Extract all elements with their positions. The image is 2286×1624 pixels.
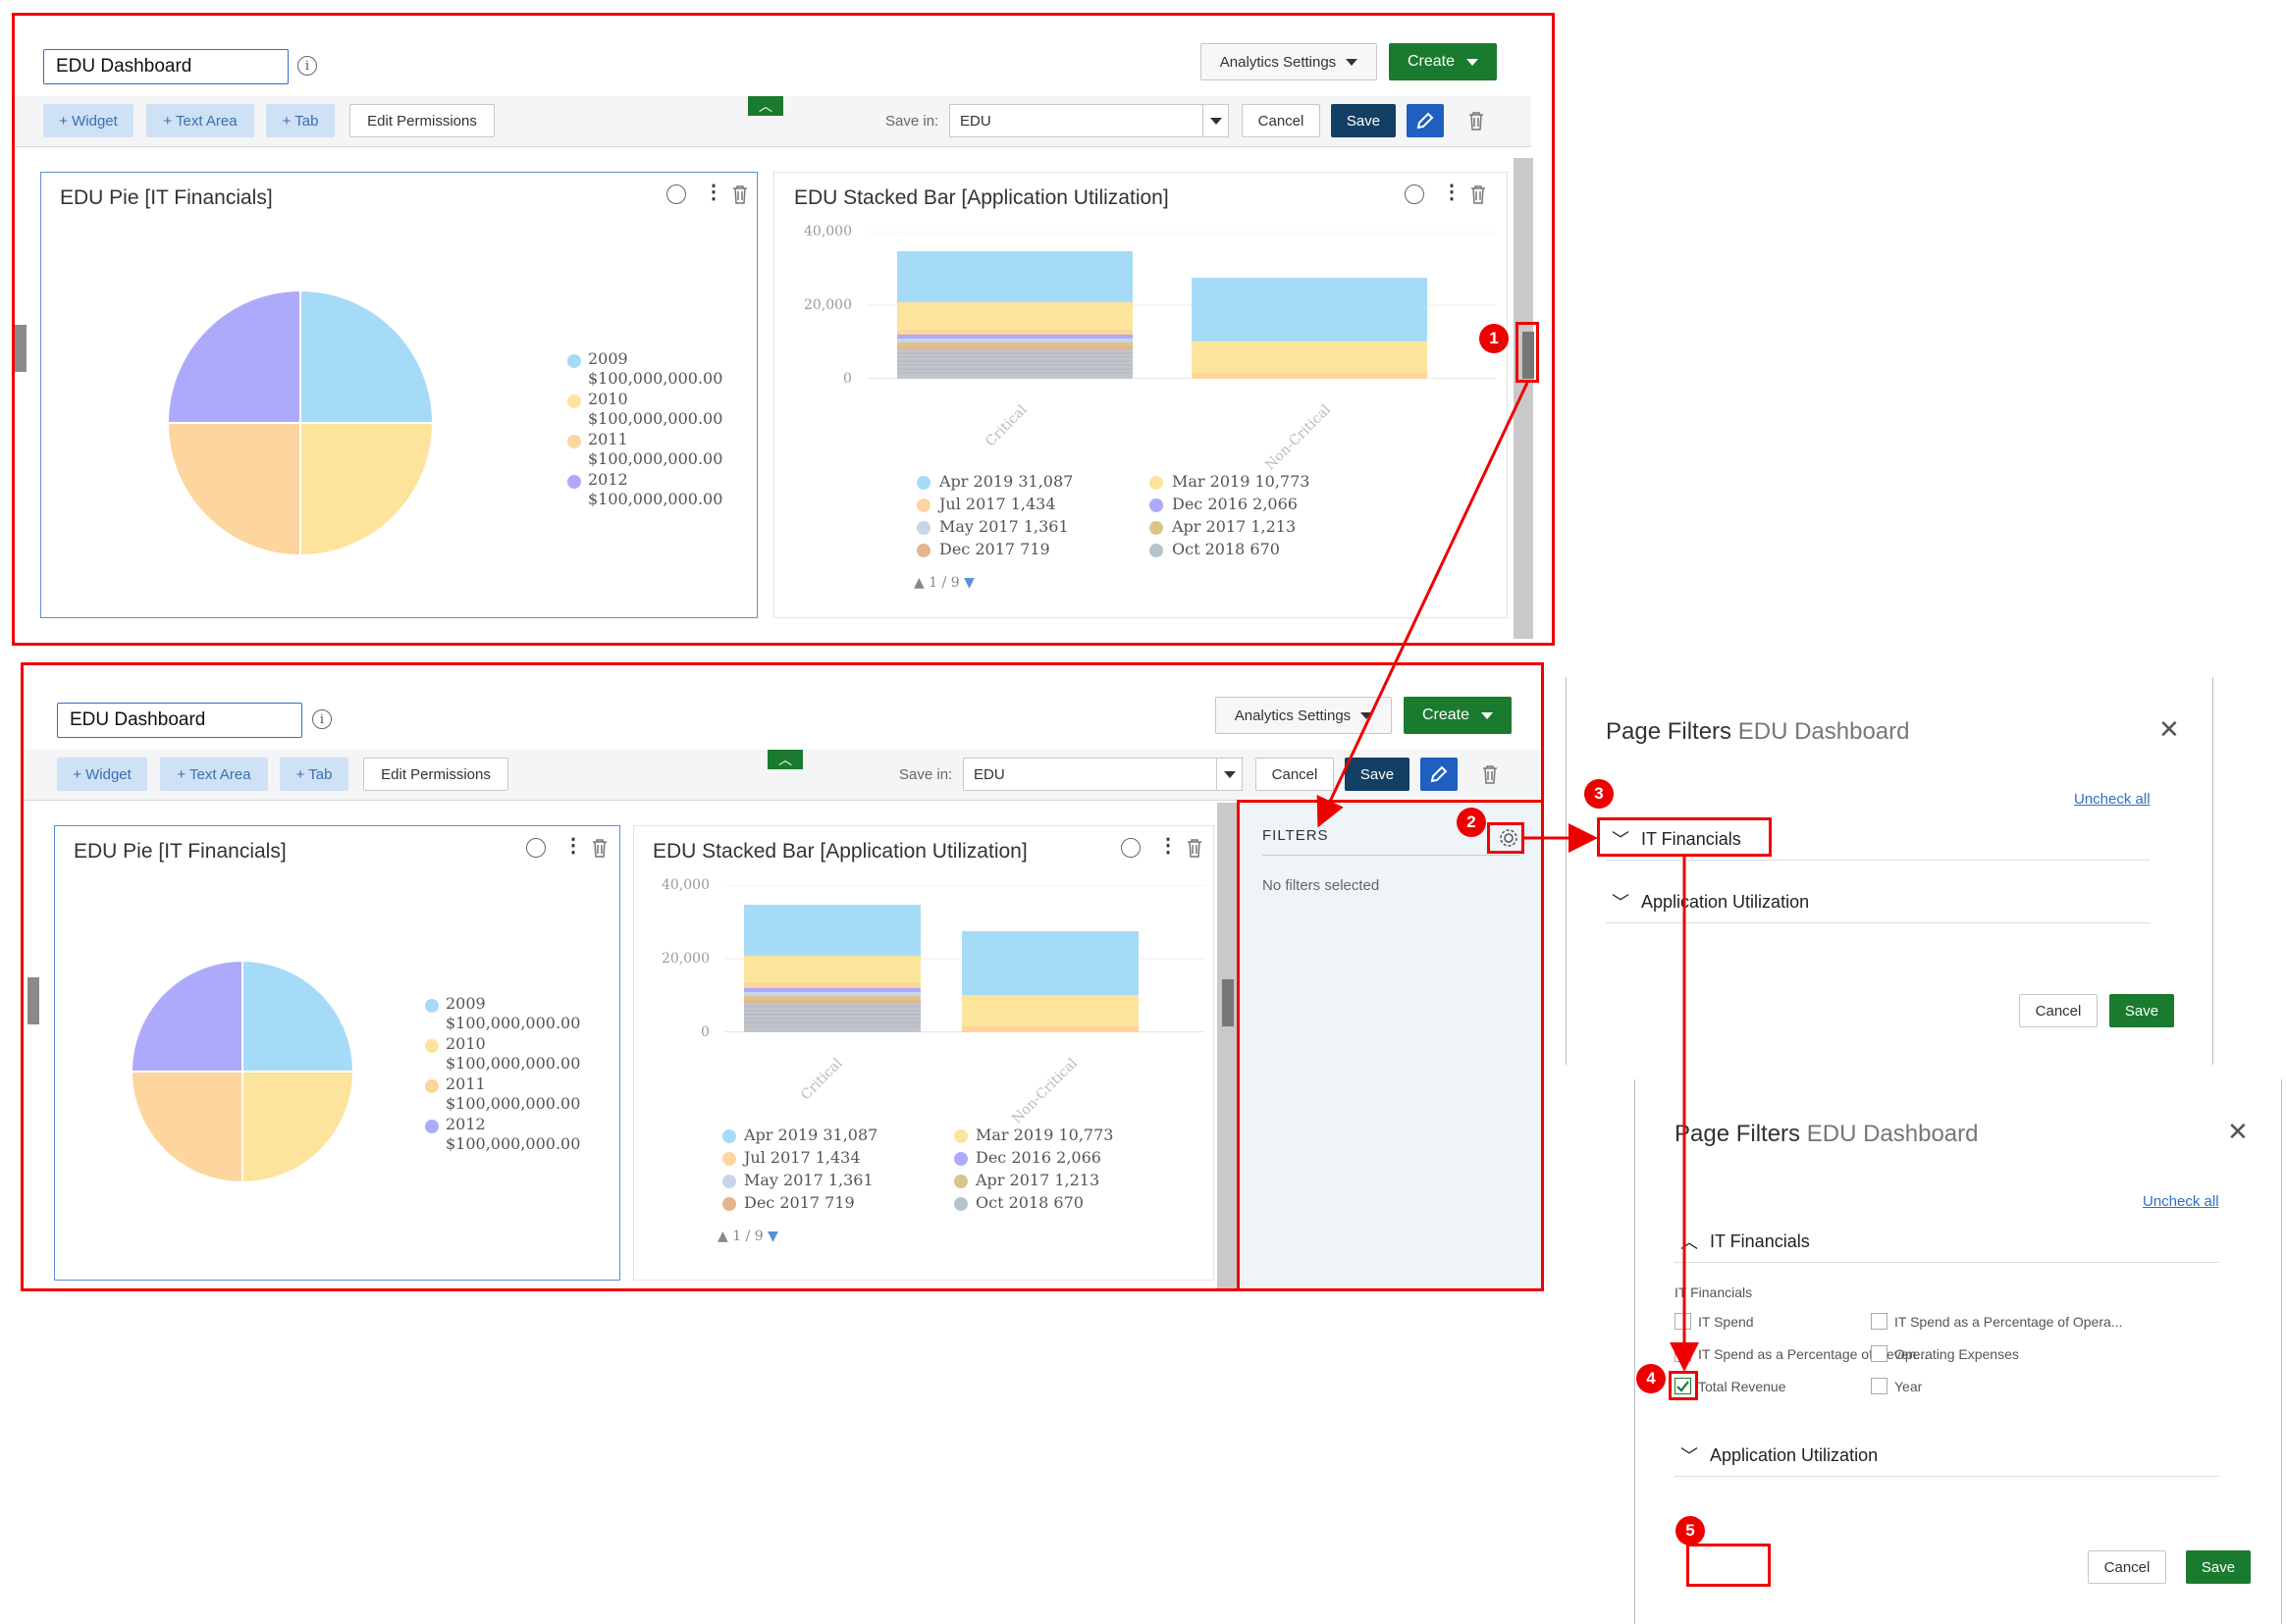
step-badge: 3 — [1584, 779, 1614, 809]
step-badge: 5 — [1675, 1516, 1705, 1545]
step-badge: 4 — [1636, 1364, 1666, 1393]
step-badge: 2 — [1457, 808, 1486, 837]
annotation-arrows — [1316, 382, 1699, 1372]
step-badge: 1 — [1479, 324, 1509, 353]
